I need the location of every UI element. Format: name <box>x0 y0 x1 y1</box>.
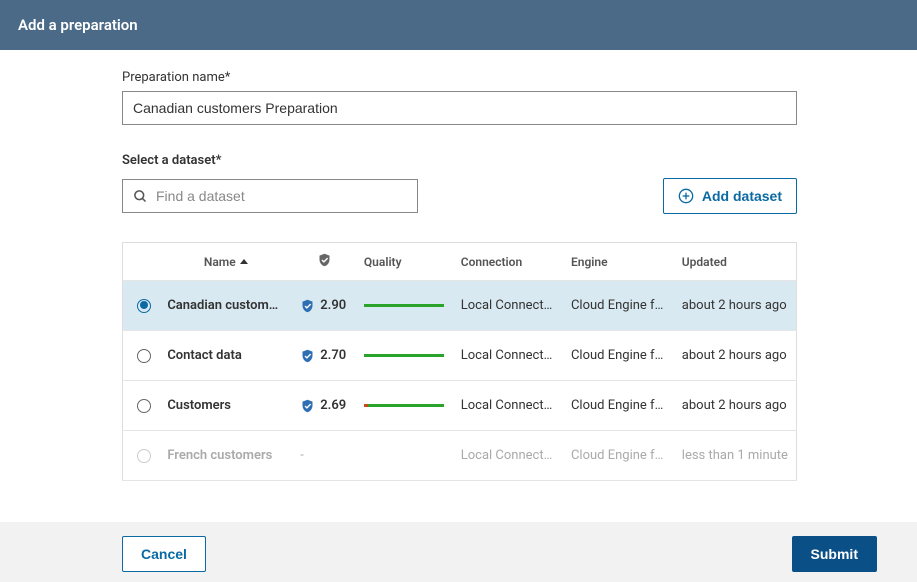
table-row[interactable]: Customers2.69 Local Connect…Cloud Engine … <box>123 381 797 431</box>
row-radio[interactable] <box>137 399 151 413</box>
row-name: French customers <box>159 431 292 481</box>
table-header-row: Name Quality Connection Engine Updated <box>123 243 797 281</box>
modal-footer: Cancel Submit <box>0 522 917 582</box>
row-connection: Local Connect… <box>453 331 563 381</box>
col-select <box>123 243 160 281</box>
row-name: Contact data <box>159 331 292 381</box>
dataset-search-input[interactable] <box>156 188 407 204</box>
row-updated: less than 1 minute <box>674 431 797 481</box>
submit-button[interactable]: Submit <box>792 536 877 572</box>
row-trust: - <box>292 431 356 481</box>
search-icon <box>133 189 148 204</box>
row-quality <box>356 331 453 381</box>
select-dataset-label: Select a dataset* <box>122 153 797 168</box>
row-radio[interactable] <box>137 299 151 313</box>
row-name: Customers <box>159 381 292 431</box>
row-updated: about 2 hours ago <box>674 381 797 431</box>
table-row[interactable]: Canadian custom…2.90 Local Connect…Cloud … <box>123 281 797 331</box>
row-engine: Cloud Engine f… <box>563 281 674 331</box>
row-name: Canadian custom… <box>159 281 292 331</box>
row-radio[interactable] <box>137 349 151 363</box>
modal-header: Add a preparation <box>0 0 917 50</box>
preparation-name-input[interactable] <box>122 91 797 125</box>
row-quality <box>356 431 453 481</box>
row-updated: about 2 hours ago <box>674 281 797 331</box>
row-trust: 2.90 <box>292 281 356 331</box>
cancel-button[interactable]: Cancel <box>122 536 206 572</box>
dataset-table: Name Quality Connection Engine Updated C… <box>122 242 797 481</box>
shield-icon <box>317 252 332 268</box>
table-row[interactable]: Contact data2.70 Local Connect…Cloud Engi… <box>123 331 797 381</box>
row-updated: about 2 hours ago <box>674 331 797 381</box>
col-trust-header <box>292 243 356 281</box>
sort-asc-icon <box>240 259 248 264</box>
col-name-header[interactable]: Name <box>159 243 292 281</box>
shield-check-icon <box>300 348 315 364</box>
table-row[interactable]: French customers- Local Connect…Cloud Eng… <box>123 431 797 481</box>
row-connection: Local Connect… <box>453 381 563 431</box>
row-trust: 2.69 <box>292 381 356 431</box>
shield-check-icon <box>300 298 315 314</box>
row-connection: Local Connect… <box>453 281 563 331</box>
modal-title: Add a preparation <box>18 16 138 34</box>
modal-content: Preparation name* Select a dataset* Add … <box>0 50 917 491</box>
col-engine-header[interactable]: Engine <box>563 243 674 281</box>
row-engine: Cloud Engine f… <box>563 381 674 431</box>
row-engine: Cloud Engine f… <box>563 331 674 381</box>
preparation-name-label: Preparation name* <box>122 70 797 85</box>
row-engine: Cloud Engine f… <box>563 431 674 481</box>
row-quality <box>356 381 453 431</box>
col-connection-header[interactable]: Connection <box>453 243 563 281</box>
row-trust: 2.70 <box>292 331 356 381</box>
row-connection: Local Connect… <box>453 431 563 481</box>
shield-check-icon <box>300 398 315 414</box>
row-quality <box>356 281 453 331</box>
plus-circle-icon <box>678 188 694 204</box>
add-dataset-button[interactable]: Add dataset <box>663 178 797 214</box>
col-quality-header[interactable]: Quality <box>356 243 453 281</box>
row-radio <box>137 449 151 463</box>
col-updated-header[interactable]: Updated <box>674 243 797 281</box>
dataset-search-box[interactable] <box>122 179 418 213</box>
add-dataset-label: Add dataset <box>702 188 782 204</box>
